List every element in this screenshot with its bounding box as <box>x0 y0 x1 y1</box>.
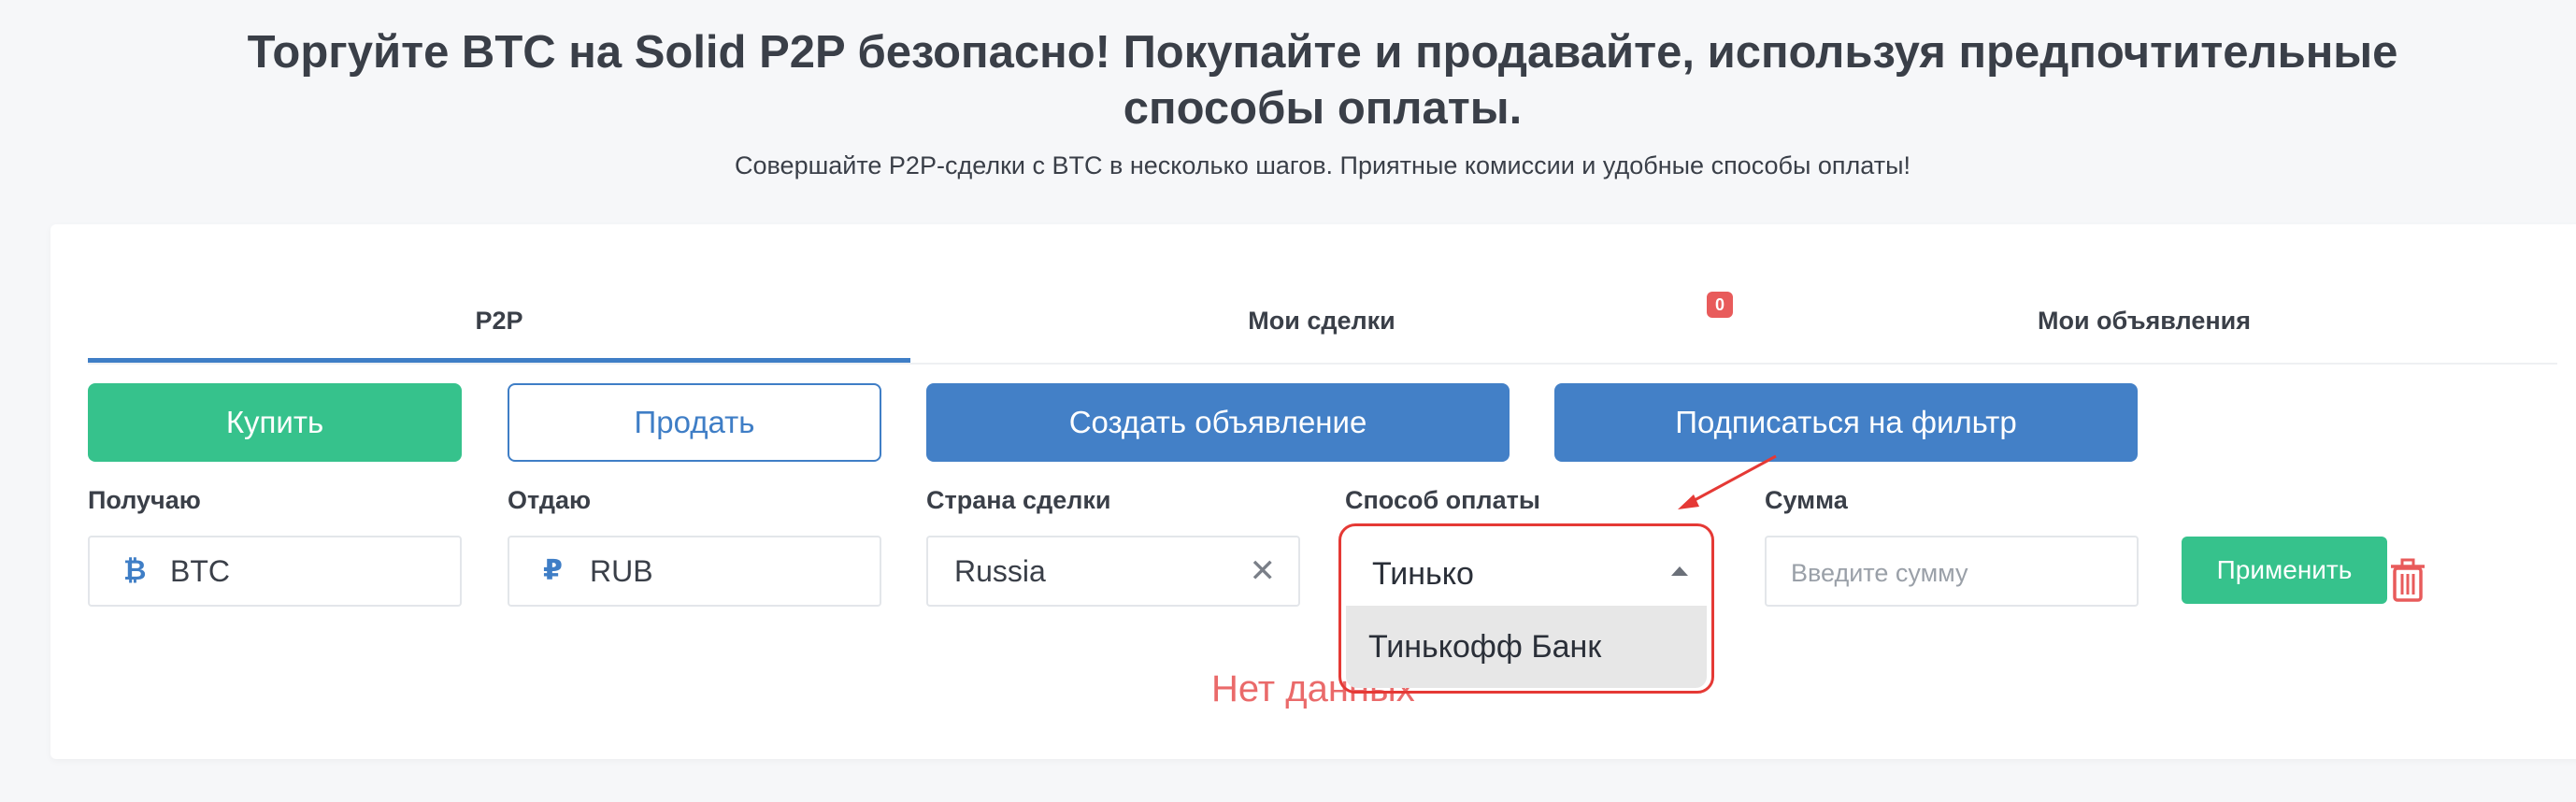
receive-label: Получаю <box>88 486 201 514</box>
receive-currency-value: BTC <box>170 554 230 588</box>
annotation-highlight-box <box>1338 523 1714 694</box>
subscribe-filter-button[interactable]: Подписаться на фильтр <box>1554 383 2138 462</box>
sell-button[interactable]: Продать <box>508 383 881 462</box>
tab-bar: P2P Мои сделки Мои объявления <box>88 280 2557 365</box>
amount-field[interactable] <box>1765 536 2139 608</box>
apply-button[interactable]: Применить <box>2182 537 2387 604</box>
page-title: Торгуйте BTC на Solid P2P безопасно! Пок… <box>247 27 2398 134</box>
give-currency-value: RUB <box>590 554 653 588</box>
clear-icon[interactable]: ✕ <box>1250 537 1277 605</box>
give-label: Отдаю <box>508 486 592 514</box>
notification-badge: 0 <box>1707 292 1733 318</box>
create-ad-button[interactable]: Создать объявление <box>926 383 1510 462</box>
give-currency-select[interactable]: ₽ RUB <box>508 536 881 607</box>
receive-currency-select[interactable]: ₿ BTC <box>88 536 462 607</box>
tab-p2p[interactable]: P2P <box>88 280 910 363</box>
ruble-icon: ₽ <box>543 555 563 586</box>
bitcoin-icon: ₿ <box>123 555 147 586</box>
tab-my-deals[interactable]: Мои сделки <box>910 280 1733 363</box>
amount-input[interactable] <box>1767 539 2137 608</box>
trash-icon[interactable] <box>2389 557 2426 602</box>
country-select[interactable]: Russia ✕ <box>926 536 1300 607</box>
payment-method-label: Способ оплаты <box>1345 486 1540 514</box>
country-value: Russia <box>954 554 1046 588</box>
buy-button[interactable]: Купить <box>88 383 462 462</box>
country-label: Страна сделки <box>926 486 1111 514</box>
page-subtitle: Совершайте P2P-сделки с BTC в несколько … <box>735 151 1911 179</box>
tab-my-ads[interactable]: Мои объявления <box>1733 280 2555 363</box>
amount-label: Сумма <box>1765 486 1848 514</box>
